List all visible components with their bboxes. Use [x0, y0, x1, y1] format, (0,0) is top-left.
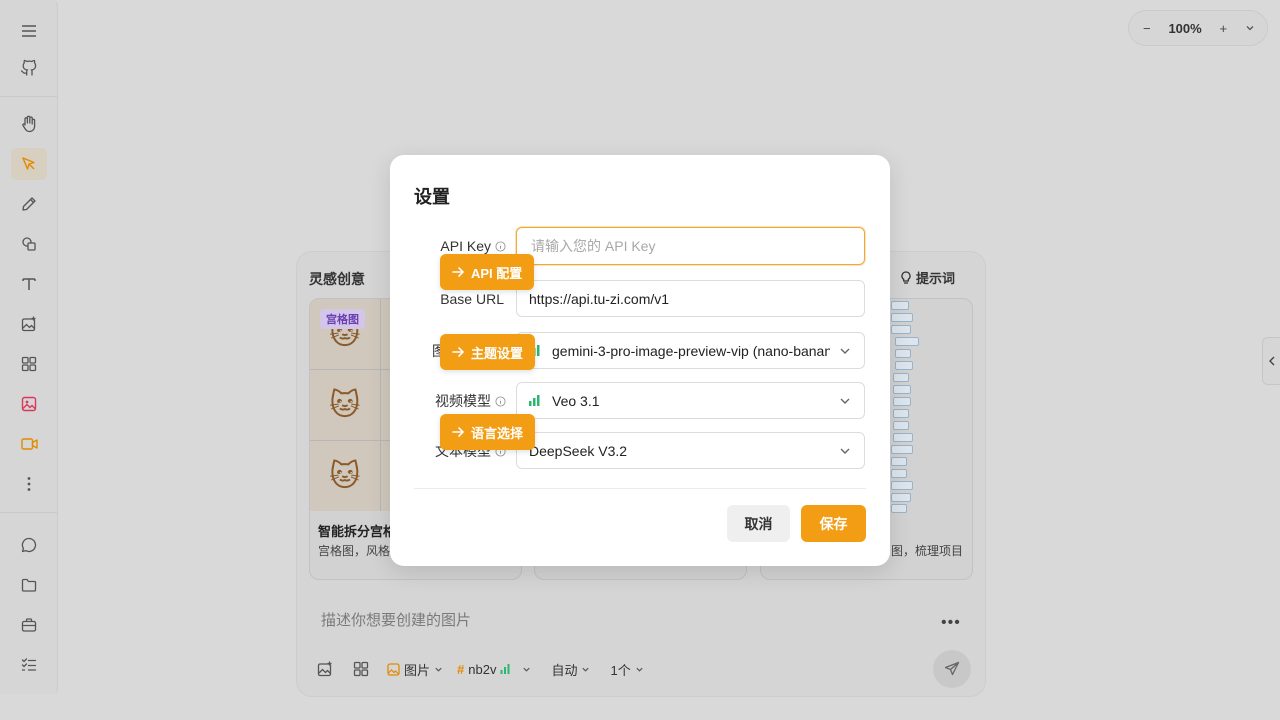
chevron-down-icon — [840, 448, 850, 454]
chat-icon[interactable] — [11, 529, 47, 561]
toolbar-divider — [0, 512, 57, 513]
media-type-select[interactable]: 图片 — [387, 660, 443, 679]
hash-icon: # — [457, 661, 465, 677]
info-icon[interactable] — [495, 240, 506, 252]
count-select[interactable]: 1个 — [610, 660, 643, 679]
api-key-field[interactable] — [516, 227, 865, 265]
video-model-label-text: 视频模型 — [435, 393, 491, 409]
hint-api-label: API 配置 — [471, 265, 523, 281]
left-toolbar — [0, 0, 58, 694]
zoom-in-button[interactable]: + — [1220, 21, 1228, 36]
more-options-button[interactable]: ••• — [941, 614, 961, 632]
signal-bars-icon — [529, 395, 540, 406]
count-label: 1个 — [610, 662, 631, 678]
image-model-value: gemini-3-pro-image-preview-vip (nano-ban… — [552, 342, 830, 359]
chevron-down-icon — [840, 398, 850, 404]
upload-image-icon[interactable] — [317, 661, 333, 677]
api-key-label: API Key — [440, 238, 506, 254]
add-image-icon[interactable] — [11, 308, 47, 340]
api-key-label-text: API Key — [440, 238, 491, 254]
github-icon[interactable] — [11, 51, 47, 83]
menu-icon[interactable] — [11, 15, 47, 47]
image-model-select[interactable]: gemini-3-pro-image-preview-vip (nano-ban… — [516, 332, 865, 369]
hint-theme-settings[interactable]: 主题设置 — [440, 334, 536, 370]
chevron-down-icon — [523, 667, 531, 672]
ratio-label: 自动 — [551, 662, 578, 678]
ratio-select[interactable]: 自动 — [551, 660, 590, 679]
hint-language[interactable]: 语言选择 — [440, 414, 536, 450]
arrow-right-icon — [452, 347, 465, 357]
grid-layout-icon[interactable] — [353, 661, 369, 677]
arrow-right-icon — [452, 267, 465, 277]
base-url-label: Base URL — [440, 291, 504, 307]
grid-badge: 宫格图 — [320, 309, 365, 329]
hint-language-label: 语言选择 — [471, 425, 524, 441]
video-model-label: 视频模型 — [435, 391, 506, 411]
image-gallery-icon[interactable] — [11, 388, 47, 420]
text-model-select[interactable]: DeepSeek V3.2 — [516, 432, 865, 469]
select-cursor-icon[interactable] — [11, 148, 47, 180]
save-button[interactable]: 保存 — [801, 505, 866, 542]
video-icon[interactable] — [11, 428, 47, 460]
shapes-icon[interactable] — [11, 228, 47, 260]
zoom-level[interactable]: 100% — [1168, 21, 1201, 36]
model-label: nb2v — [468, 661, 497, 677]
arrow-right-icon — [452, 427, 465, 437]
inspiration-title: 灵感创意 — [309, 271, 365, 287]
prompt-tips-button[interactable]: 提示词 — [900, 268, 955, 287]
chevron-down-icon — [636, 667, 643, 672]
grid-icon[interactable] — [11, 348, 47, 380]
more-vertical-icon[interactable] — [11, 468, 47, 500]
send-button[interactable] — [933, 650, 971, 688]
info-icon[interactable] — [495, 395, 506, 407]
signal-bars-icon — [500, 664, 510, 674]
base-url-value: https://api.tu-zi.com/v1 — [529, 290, 670, 307]
prompt-input[interactable]: 描述你想要创建的图片 — [321, 609, 471, 630]
model-select[interactable]: # nb2v — [457, 662, 531, 677]
tile-name: 智能拆分宫格 — [318, 524, 397, 539]
chevron-down-icon — [840, 348, 850, 354]
zoom-menu-chevron-icon[interactable] — [1245, 23, 1255, 33]
media-type-label: 图片 — [404, 662, 431, 678]
dialog-title: 设置 — [414, 187, 450, 207]
base-url-field[interactable]: https://api.tu-zi.com/v1 — [516, 280, 865, 317]
composer-toolbar: 图片 # nb2v 自动 1个 — [317, 657, 644, 681]
toolbar-divider — [0, 96, 57, 97]
api-key-input[interactable] — [529, 237, 852, 255]
panel-toggle-tab[interactable] — [1262, 337, 1280, 385]
cancel-button[interactable]: 取消 — [727, 505, 790, 542]
pen-icon[interactable] — [11, 188, 47, 220]
hint-theme-label: 主题设置 — [471, 345, 524, 361]
text-model-value: DeepSeek V3.2 — [529, 442, 628, 459]
tile-desc: 图，梳理项目 — [891, 544, 964, 558]
send-icon — [944, 661, 960, 676]
video-model-value: Veo 3.1 — [552, 392, 600, 409]
mindmap-image — [889, 299, 971, 513]
folder-icon[interactable] — [11, 569, 47, 601]
dialog-divider — [414, 488, 866, 489]
zoom-out-button[interactable]: − — [1143, 21, 1151, 36]
lightbulb-icon — [901, 270, 911, 284]
hand-icon[interactable] — [11, 108, 47, 140]
task-list-icon[interactable] — [11, 649, 47, 681]
text-icon[interactable] — [11, 268, 47, 300]
toolbox-icon[interactable] — [11, 609, 47, 641]
prompt-tips-label: 提示词 — [915, 271, 955, 286]
chevron-left-icon — [1269, 356, 1275, 366]
image-type-icon — [387, 662, 400, 676]
video-model-select[interactable]: Veo 3.1 — [516, 382, 865, 419]
chevron-down-icon — [435, 667, 442, 672]
chevron-down-icon — [582, 667, 590, 672]
hint-api-config[interactable]: API 配置 — [440, 254, 535, 290]
base-url-label-text: Base URL — [440, 291, 504, 307]
zoom-control: − 100% + — [1128, 10, 1268, 46]
